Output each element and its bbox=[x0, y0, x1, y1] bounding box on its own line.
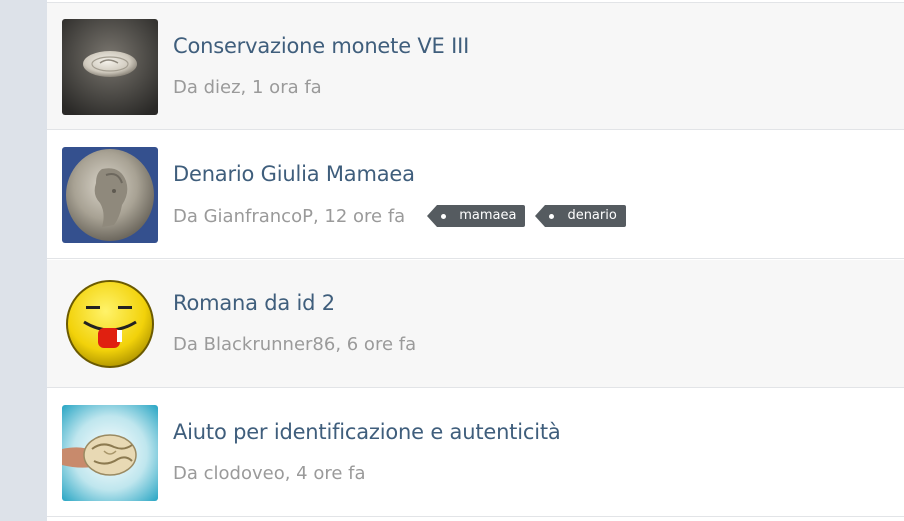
topic-author-time: Da clodoveo, 4 ore fa bbox=[173, 463, 366, 484]
topic-row[interactable]: Aiuto per identificazione e autenticità … bbox=[47, 389, 904, 517]
topic-meta: Da GianfrancoP, 12 ore fa mamaea denario bbox=[173, 205, 626, 227]
topic-meta: Da Blackrunner86, 6 ore fa bbox=[173, 334, 416, 355]
topic-author-time: Da GianfrancoP, 12 ore fa bbox=[173, 205, 406, 227]
topic-list: Conservazione monete VE III Da diez, 1 o… bbox=[47, 0, 904, 521]
page: Conservazione monete VE III Da diez, 1 o… bbox=[0, 0, 904, 521]
tag-label: denario bbox=[567, 208, 617, 223]
topic-row[interactable]: Conservazione monete VE III Da diez, 1 o… bbox=[47, 2, 904, 130]
tag[interactable]: mamaea bbox=[427, 205, 526, 227]
coin-in-hand-photo-icon[interactable] bbox=[62, 405, 158, 501]
topic-author-time: Da diez, 1 ora fa bbox=[173, 77, 322, 98]
tag-label: mamaea bbox=[459, 208, 517, 223]
coin-photo-icon[interactable] bbox=[62, 19, 158, 115]
topic-title[interactable]: Romana da id 2 bbox=[173, 291, 335, 315]
tag-hole-icon bbox=[549, 214, 555, 219]
topic-title[interactable]: Aiuto per identificazione e autenticità bbox=[173, 420, 561, 444]
topic-row[interactable]: Denario Giulia Mamaea Da GianfrancoP, 12… bbox=[47, 131, 904, 259]
tag-list: mamaea denario bbox=[427, 205, 626, 227]
topic-author-time: Da Blackrunner86, 6 ore fa bbox=[173, 334, 417, 355]
topic-meta: Da clodoveo, 4 ore fa bbox=[173, 463, 366, 484]
topic-meta: Da diez, 1 ora fa bbox=[173, 77, 322, 98]
roman-denarius-photo-icon[interactable] bbox=[62, 147, 158, 243]
tag-hole-icon bbox=[441, 214, 447, 219]
topic-title[interactable]: Conservazione monete VE III bbox=[173, 34, 469, 58]
topic-title[interactable]: Denario Giulia Mamaea bbox=[173, 162, 415, 186]
topic-row[interactable]: Romana da id 2 Da Blackrunner86, 6 ore f… bbox=[47, 260, 904, 388]
left-gutter bbox=[0, 0, 47, 521]
tag[interactable]: denario bbox=[535, 205, 626, 227]
tongue-out-emoji-avatar-icon[interactable] bbox=[62, 276, 158, 372]
